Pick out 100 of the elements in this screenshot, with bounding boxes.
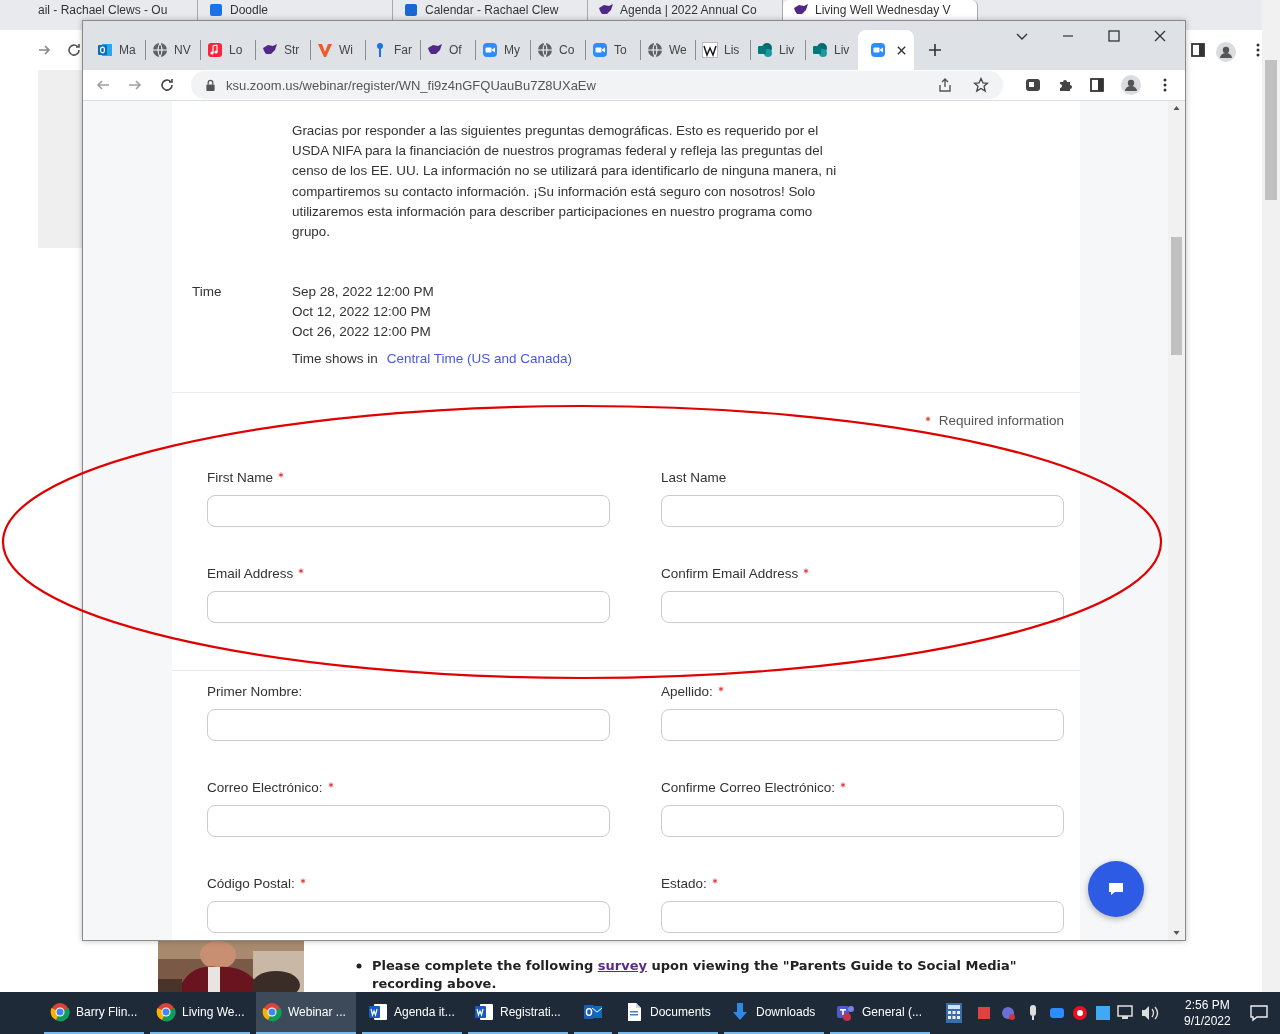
taskbar-item[interactable]: Barry Flin... [44, 992, 144, 1034]
lock-icon [205, 78, 216, 92]
clock-date: 9/1/2022 [1184, 1013, 1231, 1029]
browser-tab[interactable]: Lis [698, 30, 748, 70]
timezone-label: Time shows in [292, 350, 378, 369]
taskbar-item[interactable]: Registrati... [468, 992, 568, 1034]
field-label: Código Postal: [207, 875, 295, 894]
globe-icon [152, 42, 168, 58]
session-date: Sep 28, 2022 12:00 PM [292, 283, 435, 302]
video-camera-icon [482, 42, 498, 58]
field-label: Apellido: [661, 683, 713, 702]
text-input[interactable] [661, 805, 1064, 838]
session-date: Oct 12, 2022 12:00 PM [292, 303, 432, 322]
browser-tab[interactable]: Of [423, 30, 473, 70]
taskbar-item[interactable]: Living We... [150, 992, 250, 1034]
calendar-icon [403, 2, 419, 18]
text-input[interactable] [207, 495, 610, 528]
required-asterisk-icon [924, 416, 931, 423]
scrollbar[interactable] [1168, 101, 1185, 940]
text-input[interactable] [207, 805, 610, 838]
taskbar-item[interactable]: Documents [618, 992, 718, 1034]
bullet-icon [356, 963, 362, 969]
time-label: Time [192, 283, 223, 302]
field-label: Correo Electrónico: [207, 779, 323, 798]
mail-icon [97, 42, 113, 58]
profile-icon[interactable] [1216, 42, 1236, 62]
text-input[interactable] [661, 709, 1064, 742]
taskbar-item[interactable]: Agenda it... [362, 992, 462, 1034]
browser-icon [262, 1002, 282, 1022]
browser-icon [156, 1002, 176, 1022]
mail-icon [583, 1002, 603, 1022]
close-icon[interactable] [1153, 29, 1167, 43]
logo-icon [317, 42, 333, 58]
clock-time: 2:56 PM [1185, 997, 1230, 1013]
maximize-icon[interactable] [1107, 29, 1121, 43]
close-tab-icon[interactable] [896, 44, 907, 56]
taskbar-item[interactable]: Webinar ... [256, 992, 356, 1034]
logo-icon [757, 42, 773, 58]
browser-tab[interactable]: Wi [313, 30, 363, 70]
field-label: Confirme Correo Electrónico: [661, 779, 836, 798]
field-label: Confirm Email Address [661, 565, 799, 584]
puzzle-icon[interactable] [1057, 77, 1073, 93]
browser-tab[interactable]: NV [148, 30, 198, 70]
reload-icon[interactable] [159, 77, 175, 93]
globe-icon [537, 42, 553, 58]
text-input[interactable] [207, 591, 610, 624]
browser-tab[interactable]: Far [368, 30, 418, 70]
browser-tab[interactable]: Lo [203, 30, 253, 70]
scrollbar-thumb[interactable] [1171, 237, 1182, 355]
session-date: Oct 26, 2022 12:00 PM [292, 323, 432, 342]
calculator-icon[interactable] [944, 1002, 964, 1024]
field-label: Primer Nombre: [207, 683, 303, 702]
taskbar-item[interactable]: General (... [830, 992, 930, 1034]
browser-tab[interactable]: Liv [753, 30, 803, 70]
text-input[interactable] [661, 901, 1064, 934]
side-panel-icon[interactable] [1190, 42, 1206, 58]
field-label: Last Name [661, 469, 727, 488]
notifications-icon[interactable] [1248, 1003, 1269, 1023]
bookmark-star-icon[interactable] [973, 77, 989, 93]
browser-tab[interactable]: Liv [808, 30, 858, 70]
music-icon [207, 42, 223, 58]
browser-tab[interactable]: Str [258, 30, 308, 70]
side-panel-icon[interactable] [1089, 77, 1105, 93]
survey-instruction: Please complete the following survey upon viewing the "Parents Guide to Social Media" recording above. [372, 957, 1018, 993]
field-label: Email Address [207, 565, 294, 584]
download-icon [730, 1002, 750, 1022]
browser-tab[interactable]: To [588, 30, 638, 70]
new-tab-icon[interactable] [928, 43, 942, 57]
browser-tab[interactable]: Living Well Wednesday V [783, 0, 978, 20]
timezone-link[interactable]: Central Time (US and Canada) [386, 349, 573, 370]
page-icon [208, 2, 224, 18]
browser-tab[interactable]: Co [533, 30, 583, 70]
logo-icon [702, 42, 718, 58]
browser-tab[interactable]: My [478, 30, 528, 70]
globe-icon [647, 42, 663, 58]
text-input[interactable] [661, 495, 1064, 528]
address-bar[interactable]: ksu.zoom.us/webinar/register/WN_fi9z4nGFQUauBu7Z8UXaEw [191, 71, 1003, 99]
field-label: Estado: [661, 875, 707, 894]
extension-icon[interactable] [1025, 77, 1041, 93]
text-input[interactable] [207, 901, 610, 934]
required-note: Required information [938, 413, 1064, 429]
video-camera-icon [592, 42, 608, 58]
browser-tab[interactable]: We [643, 30, 693, 70]
chat-button[interactable] [1088, 861, 1144, 917]
reload-icon[interactable] [66, 42, 82, 58]
document-app-icon [474, 1002, 494, 1022]
browser-tab[interactable]: Ma [93, 30, 143, 70]
scrollbar-thumb[interactable] [1265, 60, 1277, 200]
share-icon[interactable] [937, 77, 953, 93]
profile-icon[interactable] [1121, 75, 1141, 95]
survey-link[interactable]: survey [597, 958, 647, 973]
text-input[interactable] [661, 591, 1064, 624]
field-label: First Name [207, 469, 273, 488]
browser-icon [50, 1002, 70, 1022]
text-input[interactable] [207, 709, 610, 742]
document-app-icon [368, 1002, 388, 1022]
taskbar-item[interactable]: Downloads [724, 992, 824, 1034]
intro-paragraph: Gracias por responder a las siguientes preguntas demográficas. Esto es requerido por el USDA NIFA para la financiación de nuestros programas federal y refleja las preguntas del censo de los EE. UU. La información no se utilizará para identificarlo de ninguna manera, ni compartiremos su contacto información. ¡Su información está seguro con nosotros! Solo utilizaremos esta información para describer participaciones en nuestro programa como grupo. [292, 122, 838, 241]
scrollbar[interactable] [1262, 0, 1280, 992]
logo-icon [812, 42, 828, 58]
